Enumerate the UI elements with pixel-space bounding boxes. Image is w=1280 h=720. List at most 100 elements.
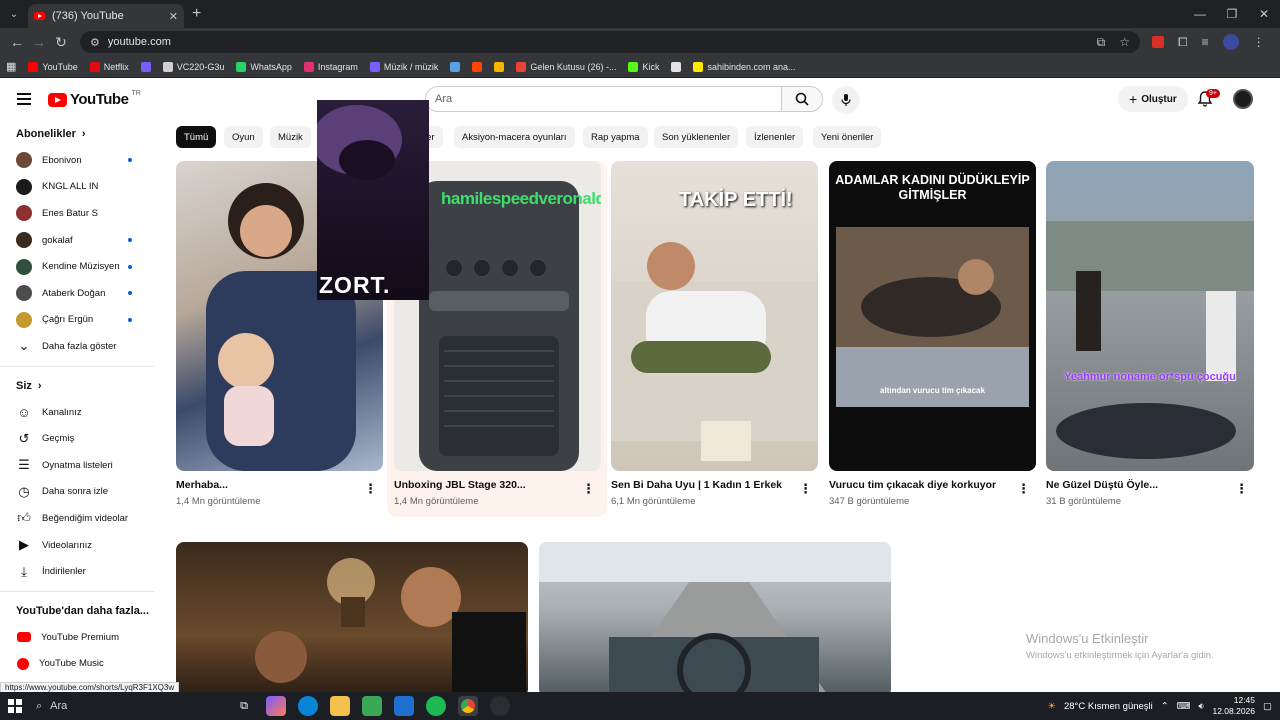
video-card[interactable] [176,542,528,692]
chip-all[interactable]: Tümü [176,126,217,148]
install-app-icon[interactable]: ⧉ [1097,35,1106,50]
bookmark-item[interactable] [494,61,505,72]
notifications-icon[interactable]: ▢ [1263,701,1272,712]
subscriptions-heading[interactable]: Abonelikler › [0,121,154,147]
bookmark-star-icon[interactable]: ☆ [1119,35,1130,50]
you-heading[interactable]: Siz › [0,373,154,399]
tab-youtube[interactable]: (736) YouTube ✕ [28,4,184,28]
sidebar-item-your-videos[interactable]: ▶ Videolarınız [0,532,154,559]
sidebar-item-youtube-music[interactable]: YouTube Music [0,651,154,678]
short-card[interactable]: Yeahmur noname or*spu çocuğu Ne Güzel Dü… [1046,161,1254,511]
short-thumbnail[interactable]: Yeahmur noname or*spu çocuğu [1046,161,1254,471]
bookmark-item[interactable]: Gelen Kutusu (26) -... [516,61,616,72]
short-title[interactable]: Ne Güzel Düştü Öyle... [1046,479,1158,491]
video-thumbnail[interactable] [176,542,528,692]
sidebar-item-downloads[interactable]: ⤓ İndirilenler [0,558,154,585]
extensions-puzzle-icon[interactable]: ⧠ [1178,35,1188,50]
more-options-icon[interactable]: ⋮ [582,481,595,497]
copilot-icon[interactable] [266,696,286,716]
youtube-logo[interactable]: YouTube TR [48,90,141,108]
app-icon[interactable] [490,696,510,716]
more-options-icon[interactable]: ⋮ [1235,481,1248,497]
volume-icon[interactable]: 🔉︎ [1198,701,1204,712]
bookmark-item[interactable]: Kick [628,61,659,72]
minimize-icon[interactable]: — [1184,7,1216,21]
short-title[interactable]: Sen Bi Daha Uyu | 1 Kadın 1 Erkek [611,479,782,491]
chip-action-adventure[interactable]: Aksiyon-macera oyunları [454,126,575,148]
video-card[interactable] [539,542,891,692]
short-title[interactable]: Vurucu tim çıkacak diye korkuyor [829,479,996,491]
sidebar-subscription[interactable]: Kendine Müzisyen [0,253,154,280]
sidebar-subscription[interactable]: Ataberk Doğan [0,280,154,307]
edge-icon[interactable] [298,696,318,716]
short-thumbnail[interactable]: TAKİP ETTİ! [611,161,818,471]
bookmark-item[interactable]: VC220-G3u [162,61,224,72]
more-options-icon[interactable]: ⋮ [1017,481,1030,497]
menu-icon[interactable] [17,93,31,105]
tray-chevron-icon[interactable]: ⌃ [1161,701,1169,712]
taskbar-search[interactable]: ⌕ Ara [36,692,222,720]
close-tab-icon[interactable]: ✕ [169,10,178,23]
task-view-icon[interactable]: ⧉ [234,696,254,716]
restore-icon[interactable]: ❐ [1216,7,1248,21]
voice-search-button[interactable] [832,86,860,114]
chip-music[interactable]: Müzik [270,126,311,148]
start-button[interactable] [0,699,30,713]
search-button[interactable] [781,86,823,112]
sidebar-subscription[interactable]: Ebonivon [0,147,154,174]
spotify-icon[interactable] [426,696,446,716]
create-button[interactable]: + Oluştur [1118,86,1188,112]
address-bar[interactable]: ⚙ youtube.com ⧉ ☆ [80,31,1140,53]
sidebar-subscription[interactable]: Enes Batur S [0,200,154,227]
bookmark-item[interactable] [671,61,682,72]
site-info-icon[interactable]: ⚙ [90,36,100,49]
extension-icon[interactable] [1152,36,1164,48]
chip-rap[interactable]: Rap yapma [583,126,648,148]
chrome-menu-icon[interactable]: ⋮ [1253,35,1265,49]
sidebar-item-playlists[interactable]: ☰ Oynatma listeleri [0,452,154,479]
bookmark-item[interactable] [472,61,483,72]
chrome-icon[interactable] [458,696,478,716]
chip-gaming[interactable]: Oyun [224,126,263,148]
back-icon[interactable]: ← [6,34,28,50]
more-options-icon[interactable]: ⋮ [364,481,377,497]
sidebar-item-your-channel[interactable]: ☺ Kanalınız [0,399,154,426]
bookmark-item[interactable] [140,61,151,72]
short-title[interactable]: Merhaba... [176,479,228,491]
bookmark-item[interactable]: sahibinden.com ana... [693,61,796,72]
account-avatar[interactable] [1233,89,1253,109]
close-window-icon[interactable]: ✕ [1248,7,1280,21]
profile-avatar-icon[interactable] [1222,34,1239,50]
new-tab-icon[interactable]: + [192,5,201,23]
sidebar-item-youtube-premium[interactable]: YouTube Premium [0,624,154,651]
reload-icon[interactable]: ↻ [50,34,72,51]
sidebar-item-liked-videos[interactable]: 👍︎ Beğendiğim videolar [0,505,154,532]
tab-search-icon[interactable]: ⌄ [0,0,28,28]
clock[interactable]: 12:45 12.08.2026 [1212,695,1255,717]
sidebar-item-watch-later[interactable]: ◷ Daha sonra izle [0,479,154,506]
sidebar-item-history[interactable]: ↺ Geçmiş [0,425,154,452]
mail-icon[interactable] [394,696,414,716]
forward-icon[interactable]: → [28,34,50,50]
sidebar-subscription[interactable]: KNGL ALL IN [0,174,154,201]
bookmark-item[interactable]: WhatsApp [236,61,292,72]
bookmark-item[interactable]: Netflix [89,61,129,72]
reading-list-icon[interactable]: ≡ [1202,35,1209,49]
chip-watched[interactable]: İzlenenler [746,126,804,148]
store-icon[interactable] [362,696,382,716]
network-icon[interactable]: ⌨ [1177,701,1191,712]
chip-recently-uploaded[interactable]: Son yüklenenler [654,126,739,148]
bookmark-item[interactable]: Müzik / müzik [369,61,438,72]
sidebar-subscription[interactable]: Çağrı Ergün [0,307,154,334]
short-card[interactable]: TAKİP ETTİ! Sen Bi Daha Uyu | 1 Kadın 1 … [611,161,818,511]
weather-text[interactable]: 28°C Kısmen güneşli [1064,701,1153,712]
search-input[interactable]: Ara [425,86,782,112]
bookmark-item[interactable] [450,61,461,72]
video-thumbnail[interactable] [539,542,891,692]
short-title[interactable]: Unboxing JBL Stage 320... [394,479,526,491]
chip-new-recommendations[interactable]: Yeni öneriler [813,126,882,148]
sidebar-subscription[interactable]: gokalaf [0,227,154,254]
apps-grid-icon[interactable]: ▦ [6,60,16,73]
bookmark-item[interactable]: YouTube [28,61,78,72]
short-card[interactable]: ADAMLAR KADINI DÜDÜKLEYİP GİTMİŞLER altı… [829,161,1036,511]
